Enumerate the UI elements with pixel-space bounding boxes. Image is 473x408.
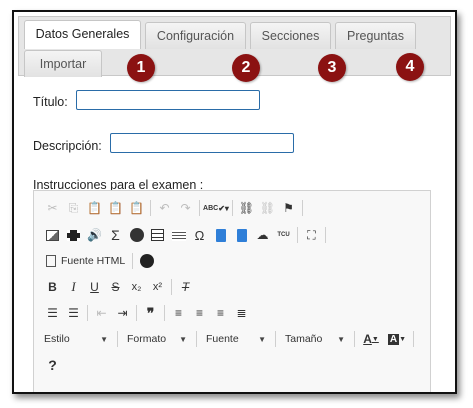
compass-icon[interactable] [126,225,147,245]
size-combo[interactable]: Tamaño ▼ [279,329,351,349]
help-icon[interactable]: ? [42,355,63,375]
bulleted-list-icon[interactable]: ☰ [63,303,84,323]
toolbar-row-clipboard: ✂ ⎘ 📋 📋 📋 ↶ ↷ ABC ✔▾ ⛓ ⛓ ⚑ [42,197,306,219]
cloud-upload-icon[interactable]: ☁ [252,225,273,245]
toolbar-row-paragraph: ☰ ☰ ⇤ ⇥ ❞ ≡ ≡ ≡ ≣ [42,302,252,324]
sigma-icon[interactable]: Σ [105,225,126,245]
chevron-down-icon: ▼ [100,334,108,344]
paste-word-icon[interactable]: 📋 [126,198,147,218]
link-icon[interactable]: ⛓ [236,198,257,218]
titulo-label: Título: [33,95,68,109]
tab-configuracion[interactable]: Configuración [145,22,246,49]
toolbar-separator [196,331,197,347]
descripcion-input[interactable] [110,133,294,153]
tab-preguntas[interactable]: Preguntas [335,22,416,49]
style-combo-label: Estilo [44,333,70,345]
format-combo[interactable]: Formato ▼ [121,329,193,349]
source-html-label: Fuente HTML [61,255,126,267]
paste-text-icon[interactable]: 📋 [105,198,126,218]
table-icon[interactable] [147,225,168,245]
callout-badge-4: 4 [396,53,424,81]
toolbar-separator [117,331,118,347]
blue-doc-icon[interactable] [210,225,231,245]
video-icon[interactable] [63,225,84,245]
toolbar-separator [87,305,88,321]
toolbar-separator [232,200,233,216]
text-color-icon[interactable]: A ▼ [358,329,384,349]
numbered-list-icon[interactable]: ☰ [42,303,63,323]
format-combo-label: Formato [127,333,167,345]
underline-icon[interactable]: U [84,277,105,297]
chevron-down-icon: ▼ [258,334,266,344]
chevron-down-icon: ▼ [179,334,187,344]
toolbar-separator [150,200,151,216]
toolbar-separator [132,253,134,269]
descripcion-label: Descripción: [33,139,102,153]
callout-badge-3: 3 [318,54,346,82]
tcu-icon[interactable]: TCU [273,225,294,245]
cut-icon[interactable]: ✂ [42,198,63,218]
outdent-icon[interactable]: ⇤ [91,303,112,323]
audio-icon[interactable]: 🔊 [84,225,105,245]
toolbar-separator [297,227,298,243]
toolbar-row-source: Fuente HTML [42,250,157,272]
size-combo-label: Tamaño [285,333,323,345]
source-html-button[interactable]: Fuente HTML [42,251,129,271]
toolbar-separator [302,200,303,216]
copy-icon[interactable]: ⎘ [63,198,84,218]
rich-text-editor: ✂ ⎘ 📋 📋 📋 ↶ ↷ ABC ✔▾ ⛓ ⛓ ⚑ 🔊 Σ Ω ☁ TCU ⛶… [33,190,431,392]
subscript-icon[interactable]: x₂ [126,277,147,297]
italic-icon[interactable]: I [63,277,84,297]
blockquote-icon[interactable]: ❞ [140,303,161,323]
omega-icon[interactable]: Ω [189,225,210,245]
unlink-icon[interactable]: ⛓ [257,198,278,218]
bold-icon[interactable]: B [42,277,63,297]
anchor-flag-icon[interactable]: ⚑ [278,198,299,218]
callout-badge-2: 2 [232,54,260,82]
spellcheck-label: ABC [203,204,219,212]
toolbar-separator [325,227,326,243]
align-left-icon[interactable]: ≡ [168,303,189,323]
titulo-input[interactable] [76,90,260,110]
redo-icon[interactable]: ↷ [175,198,196,218]
toolbar-row-insert: 🔊 Σ Ω ☁ TCU ⛶ [42,224,329,246]
toolbar-separator [354,331,355,347]
accessibility-icon[interactable] [136,251,157,271]
indent-icon[interactable]: ⇥ [112,303,133,323]
toolbar-row-help: ? [42,354,63,376]
font-combo[interactable]: Fuente ▼ [200,329,272,349]
chevron-down-icon: ▼ [337,334,345,344]
align-right-icon[interactable]: ≡ [210,303,231,323]
background-color-icon[interactable]: A ▼ [384,329,410,349]
undo-icon[interactable]: ↶ [154,198,175,218]
tab-secciones[interactable]: Secciones [250,22,331,49]
paste-icon[interactable]: 📋 [84,198,105,218]
align-justify-icon[interactable]: ≣ [231,303,252,323]
toolbar-separator [164,305,165,321]
style-combo[interactable]: Estilo ▼ [38,329,114,349]
blue-doc-2-icon[interactable] [231,225,252,245]
toolbar-separator [275,331,276,347]
callout-badge-1: 1 [127,54,155,82]
exam-editor-window: Datos Generales Configuración Secciones … [12,10,457,394]
toolbar-separator [413,331,414,347]
toolbar-separator [136,305,137,321]
spellcheck-icon[interactable]: ABC ✔▾ [203,198,229,218]
image-icon[interactable] [42,225,63,245]
strikethrough-icon[interactable]: S [105,277,126,297]
superscript-icon[interactable]: x² [147,277,168,297]
tab-datos-generales[interactable]: Datos Generales [24,20,141,49]
toolbar-row-styles: Estilo ▼ Formato ▼ Fuente ▼ Tamaño ▼ A ▼ A ▼ [38,328,417,350]
toolbar-separator [171,279,172,295]
tab-importar[interactable]: Importar [24,50,102,77]
horizontal-rule-icon[interactable] [168,225,189,245]
remove-format-icon[interactable]: T [175,277,196,297]
toolbar-separator [199,200,200,216]
toolbar-row-formatting: B I U S x₂ x² T [42,276,196,298]
source-doc-icon [46,255,56,267]
maximize-icon[interactable]: ⛶ [301,225,322,245]
align-center-icon[interactable]: ≡ [189,303,210,323]
font-combo-label: Fuente [206,333,239,345]
